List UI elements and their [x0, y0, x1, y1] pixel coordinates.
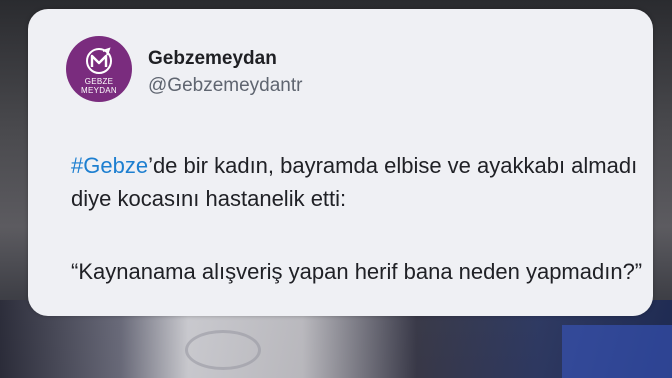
display-name[interactable]: Gebzemeydan	[148, 48, 277, 70]
user-handle[interactable]: @Gebzemeydantr	[148, 75, 302, 97]
tweet-text-rest: ’de bir kadın, bayramda elbise ve ayakka…	[71, 153, 638, 211]
avatar-line-1: GEBZE	[84, 77, 114, 86]
background-blue-light	[562, 325, 672, 378]
avatar[interactable]: GEBZE MEYDAN	[66, 36, 132, 102]
tweet-text: #Gebze’de bir kadın, bayramda elbise ve …	[71, 149, 671, 215]
tweet-card: GEBZE MEYDAN Gebzemeydan @Gebzemeydantr …	[28, 9, 653, 316]
avatar-line-2: MEYDAN	[80, 86, 118, 95]
gm-logo-icon	[86, 47, 112, 74]
tweet-quote: “Kaynanama alışveriş yapan herif bana ne…	[71, 259, 643, 284]
hashtag-link[interactable]: #Gebze	[71, 153, 148, 178]
background-vehicle-logo	[185, 330, 261, 370]
